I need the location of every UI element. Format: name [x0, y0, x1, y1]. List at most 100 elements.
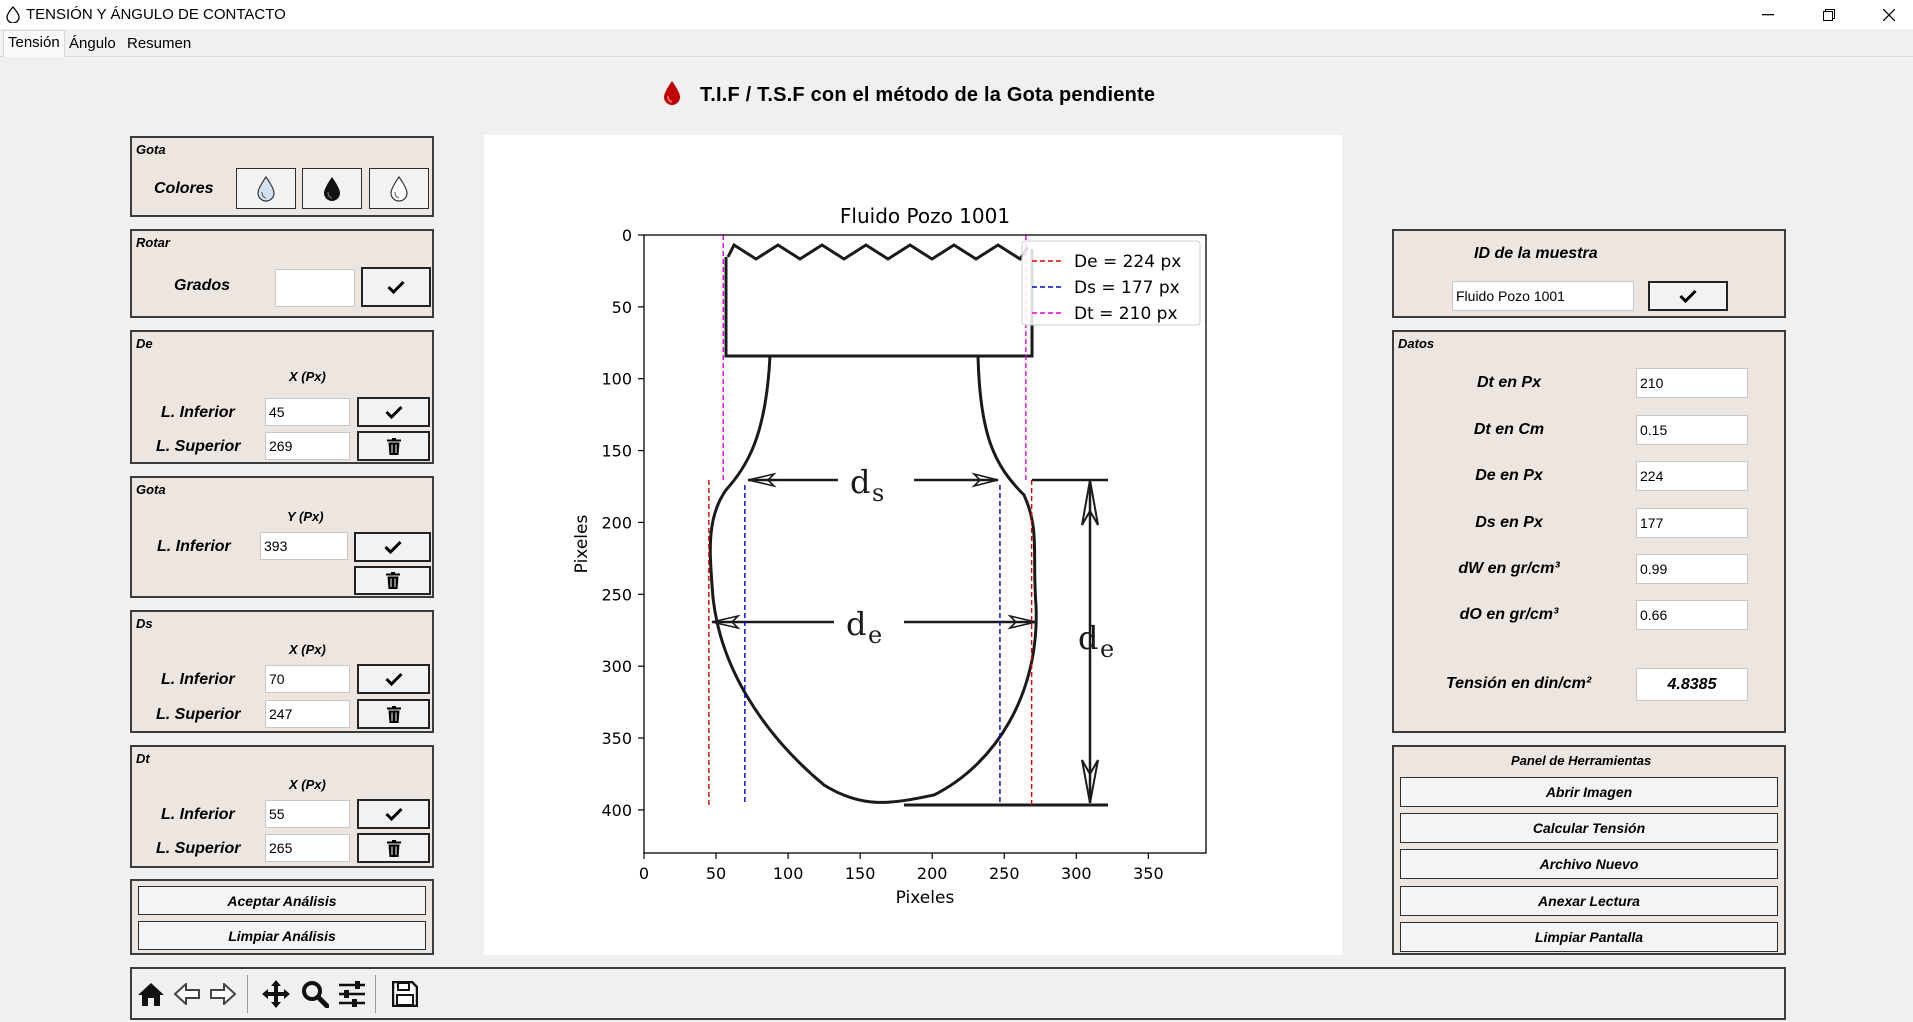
panel-title: Dt	[136, 751, 150, 766]
datos-value[interactable]	[1636, 508, 1748, 538]
page-title: T.I.F / T.S.F con el método de la Gota p…	[700, 84, 1156, 106]
check-icon	[383, 540, 402, 554]
anexar-lectura-button[interactable]: Anexar Lectura	[1400, 886, 1778, 916]
ds-superior-input[interactable]	[265, 700, 350, 728]
x-tick-label: 150	[845, 864, 876, 883]
gota-delete-button[interactable]	[354, 566, 431, 595]
legend-label: Dt = 210 px	[1074, 304, 1178, 324]
panel-title: De	[136, 336, 153, 351]
zoom-icon[interactable]	[298, 977, 332, 1011]
dark-drop-button[interactable]	[302, 168, 362, 209]
dt-inferior-input[interactable]	[265, 800, 350, 828]
axes-frame	[643, 234, 1207, 854]
panel-title: Rotar	[136, 235, 170, 250]
trash-icon	[386, 839, 401, 857]
ds-delete-button[interactable]	[357, 699, 430, 729]
de-vertical-sub: e	[1100, 635, 1114, 663]
tab-tension[interactable]: Tensión	[3, 30, 65, 57]
page-header: T.I.F / T.S.F con el método de la Gota p…	[662, 80, 1155, 111]
axis-label: Y (Px)	[287, 509, 324, 524]
x-tick-label: 350	[1133, 864, 1164, 883]
tab-angulo[interactable]: Ángulo	[65, 32, 120, 56]
ds-image-label: d	[850, 463, 870, 501]
id-muestra-input[interactable]	[1452, 281, 1634, 311]
y-tick-label: 0	[622, 226, 632, 245]
calcular-tension-button[interactable]: Calcular Tensión	[1400, 813, 1778, 843]
x-tick-label: 50	[706, 864, 726, 883]
ds-apply-button[interactable]	[357, 664, 430, 694]
tab-resumen[interactable]: Resumen	[123, 32, 195, 56]
de-image-label: d	[846, 605, 866, 643]
id-muestra-title: ID de la muestra	[1474, 245, 1598, 262]
ds-inferior-input[interactable]	[265, 665, 350, 693]
dt-delete-button[interactable]	[357, 833, 430, 863]
rotar-panel: Rotar Grados	[130, 229, 434, 318]
datos-value[interactable]	[1636, 415, 1748, 445]
gota-apply-button[interactable]	[354, 532, 431, 562]
datos-value[interactable]	[1636, 461, 1748, 491]
inferior-label: L. Inferior	[161, 806, 235, 823]
check-icon	[387, 280, 405, 294]
de-delete-button[interactable]	[357, 431, 430, 461]
herramientas-title: Panel de Herramientas	[1511, 753, 1652, 768]
configure-subplots-icon[interactable]	[335, 977, 369, 1011]
tension-label: Tensión en din/cm²	[1446, 675, 1592, 692]
dark-drop-icon	[324, 176, 340, 201]
back-arrow-icon[interactable]	[170, 977, 204, 1011]
dt-apply-button[interactable]	[357, 799, 430, 829]
y-tick-label: 200	[601, 513, 632, 532]
minimize-button[interactable]	[1745, 0, 1791, 29]
superior-label: L. Superior	[156, 840, 241, 857]
save-icon[interactable]	[388, 977, 422, 1011]
herramientas-panel: Panel de Herramientas Abrir Imagen Calcu…	[1392, 745, 1786, 955]
datos-value[interactable]	[1636, 600, 1748, 630]
panel-title: Gota	[136, 482, 166, 497]
de-apply-button[interactable]	[357, 397, 430, 427]
series-lines	[708, 235, 1033, 805]
aceptar-analisis-button[interactable]: Aceptar Análisis	[138, 886, 426, 915]
outline-drop-button[interactable]	[369, 168, 429, 209]
axis-label: X (Px)	[289, 777, 326, 792]
abrir-imagen-button[interactable]: Abrir Imagen	[1400, 777, 1778, 807]
panel-title: Gota	[136, 142, 166, 157]
legend-label: De = 224 px	[1074, 252, 1181, 272]
de-vertical-label: d	[1078, 619, 1098, 657]
datos-label: dO en gr/cm³	[1459, 606, 1559, 623]
dt-panel: Dt X (Px) L. Inferior L. Superior	[130, 745, 434, 868]
datos-label: Dt en Cm	[1473, 421, 1545, 438]
limpiar-analisis-button[interactable]: Limpiar Análisis	[138, 921, 426, 950]
x-ticks: 0 50 100 150 200 250 300 350	[639, 853, 1164, 883]
x-tick-label: 200	[917, 864, 948, 883]
restore-button[interactable]	[1806, 0, 1852, 29]
dt-superior-input[interactable]	[265, 834, 350, 862]
archivo-nuevo-button[interactable]: Archivo Nuevo	[1400, 849, 1778, 879]
de-inferior-input[interactable]	[265, 398, 350, 426]
forward-arrow-icon[interactable]	[206, 977, 240, 1011]
light-blue-drop-button[interactable]	[236, 168, 296, 209]
datos-label: De en Px	[1475, 467, 1543, 484]
datos-value[interactable]	[1636, 368, 1748, 398]
y-tick-label: 350	[601, 729, 632, 748]
datos-label: Dt en Px	[1476, 374, 1541, 391]
plot-canvas[interactable]: Fluido Pozo 1001 d s d e d e 0 50 100 15…	[484, 135, 1342, 955]
tension-output	[1636, 668, 1748, 701]
de-superior-input[interactable]	[265, 432, 350, 460]
home-icon[interactable]	[134, 977, 168, 1011]
limpiar-pantalla-button[interactable]: Limpiar Pantalla	[1400, 922, 1778, 952]
x-tick-label: 100	[773, 864, 804, 883]
axis-label: X (Px)	[289, 642, 326, 657]
superior-label: L. Superior	[156, 706, 241, 723]
trash-icon	[386, 437, 401, 455]
ds-panel: Ds X (Px) L. Inferior L. Superior	[130, 610, 434, 733]
light-blue-drop-icon	[257, 175, 275, 202]
id-muestra-apply-button[interactable]	[1648, 281, 1728, 311]
pan-icon[interactable]	[259, 977, 293, 1011]
datos-value[interactable]	[1636, 554, 1748, 584]
y-axis-label: Pixeles	[572, 515, 592, 574]
gota-inferior-input[interactable]	[260, 532, 348, 560]
drop-icon	[662, 80, 682, 111]
grados-input[interactable]	[275, 269, 355, 307]
rotar-apply-button[interactable]	[361, 267, 431, 307]
close-button[interactable]	[1866, 0, 1912, 29]
gota-y-panel: Gota Y (Px) L. Inferior	[130, 476, 434, 598]
